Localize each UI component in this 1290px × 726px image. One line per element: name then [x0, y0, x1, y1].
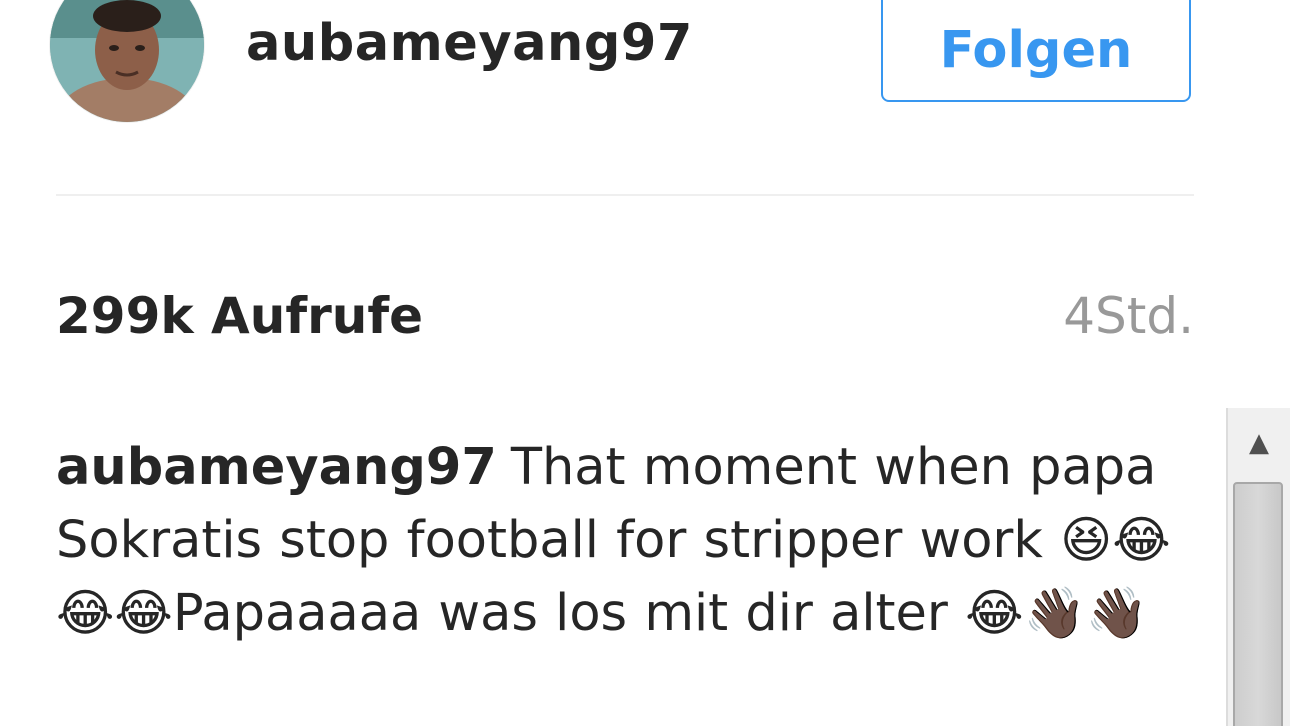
caption-author-link[interactable]: aubameyang97 — [56, 438, 497, 497]
caption-text-2: Papaaaaa was los mit dir alter — [172, 584, 966, 643]
post-timestamp[interactable]: 4Std. — [1063, 286, 1194, 346]
follow-button[interactable]: Folgen — [881, 0, 1191, 102]
scroll-up-arrow-icon[interactable]: ▲ — [1228, 408, 1290, 478]
caption-scrollbar[interactable]: ▲ — [1226, 408, 1290, 726]
caption-emojis-2: 😂👋🏿👋🏿 — [965, 584, 1149, 642]
divider — [56, 194, 1194, 196]
post-caption: aubameyang97 That moment when papa Sokrat… — [56, 432, 1206, 650]
post-author-username[interactable]: aubameyang97 — [246, 12, 693, 76]
view-count: 299k Aufrufe — [56, 287, 423, 345]
post-panel: aubameyang97 Folgen 299k Aufrufe 4Std. a… — [0, 0, 1290, 726]
scrollbar-thumb[interactable] — [1233, 482, 1283, 726]
avatar[interactable] — [50, 0, 204, 122]
avatar-photo — [50, 0, 204, 122]
